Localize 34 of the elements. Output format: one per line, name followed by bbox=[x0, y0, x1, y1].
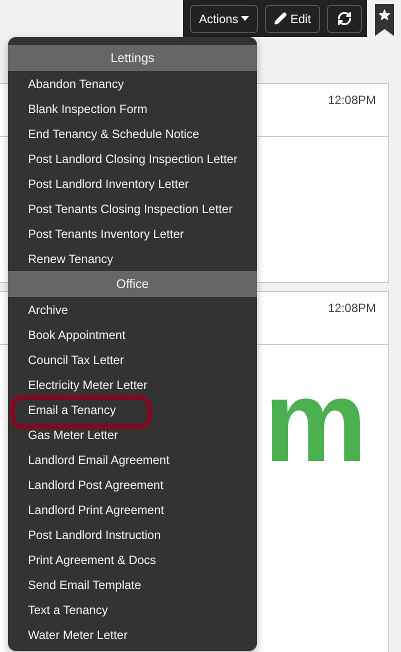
menu-item[interactable]: Post Tenants Inventory Letter bbox=[28, 226, 184, 240]
menu-item[interactable]: Water Meter Letter bbox=[28, 628, 128, 642]
menu-item[interactable]: Landlord Email Agreement bbox=[28, 452, 170, 466]
menu-section-header: Office bbox=[8, 271, 257, 297]
edit-button[interactable]: Edit bbox=[265, 4, 320, 32]
menu-item[interactable]: Gas Meter Letter bbox=[28, 428, 118, 442]
menu-item[interactable]: Send Email Template bbox=[28, 578, 142, 592]
menu-item[interactable]: Archive bbox=[28, 302, 68, 316]
pencil-icon bbox=[274, 12, 288, 25]
menu-item[interactable]: Council Tax Letter bbox=[28, 352, 124, 366]
menu-item[interactable]: Post Tenants Closing Inspection Letter bbox=[28, 202, 233, 216]
menu-section-header: Lettings bbox=[8, 45, 257, 71]
bookmark-icon[interactable] bbox=[374, 4, 394, 36]
price-fragment: m bbox=[264, 375, 368, 468]
refresh-button[interactable] bbox=[327, 4, 362, 32]
menu-item[interactable]: Email a Tenancy bbox=[28, 402, 116, 416]
menu-item[interactable]: Landlord Post Agreement bbox=[28, 478, 164, 492]
menu-item[interactable]: Post Landlord Closing Inspection Letter bbox=[28, 152, 238, 166]
menu-item[interactable]: Text a Tenancy bbox=[28, 602, 108, 616]
menu-item[interactable]: Renew Tenancy bbox=[28, 252, 114, 266]
menu-item[interactable]: Post Landlord Inventory Letter bbox=[28, 176, 189, 190]
menu-item[interactable]: Book Appointment bbox=[28, 328, 126, 342]
caret-icon bbox=[241, 16, 250, 21]
menu-item[interactable]: Landlord Print Agreement bbox=[28, 502, 164, 516]
menu-item[interactable]: Electricity Meter Letter bbox=[28, 378, 148, 392]
refresh-icon bbox=[337, 11, 352, 26]
time-label: 12:08PM bbox=[328, 92, 377, 107]
actions-dropdown[interactable]: Actions bbox=[190, 4, 258, 32]
menu-item[interactable]: Blank Inspection Form bbox=[28, 102, 148, 116]
menu-item[interactable]: Post Landlord Instruction bbox=[28, 528, 161, 542]
menu-item[interactable]: Abandon Tenancy bbox=[28, 76, 124, 90]
time-label: 12:08PM bbox=[328, 300, 377, 315]
menu-item[interactable]: Print Agreement & Docs bbox=[28, 552, 156, 566]
menu-item[interactable]: End Tenancy & Schedule Notice bbox=[28, 126, 200, 140]
